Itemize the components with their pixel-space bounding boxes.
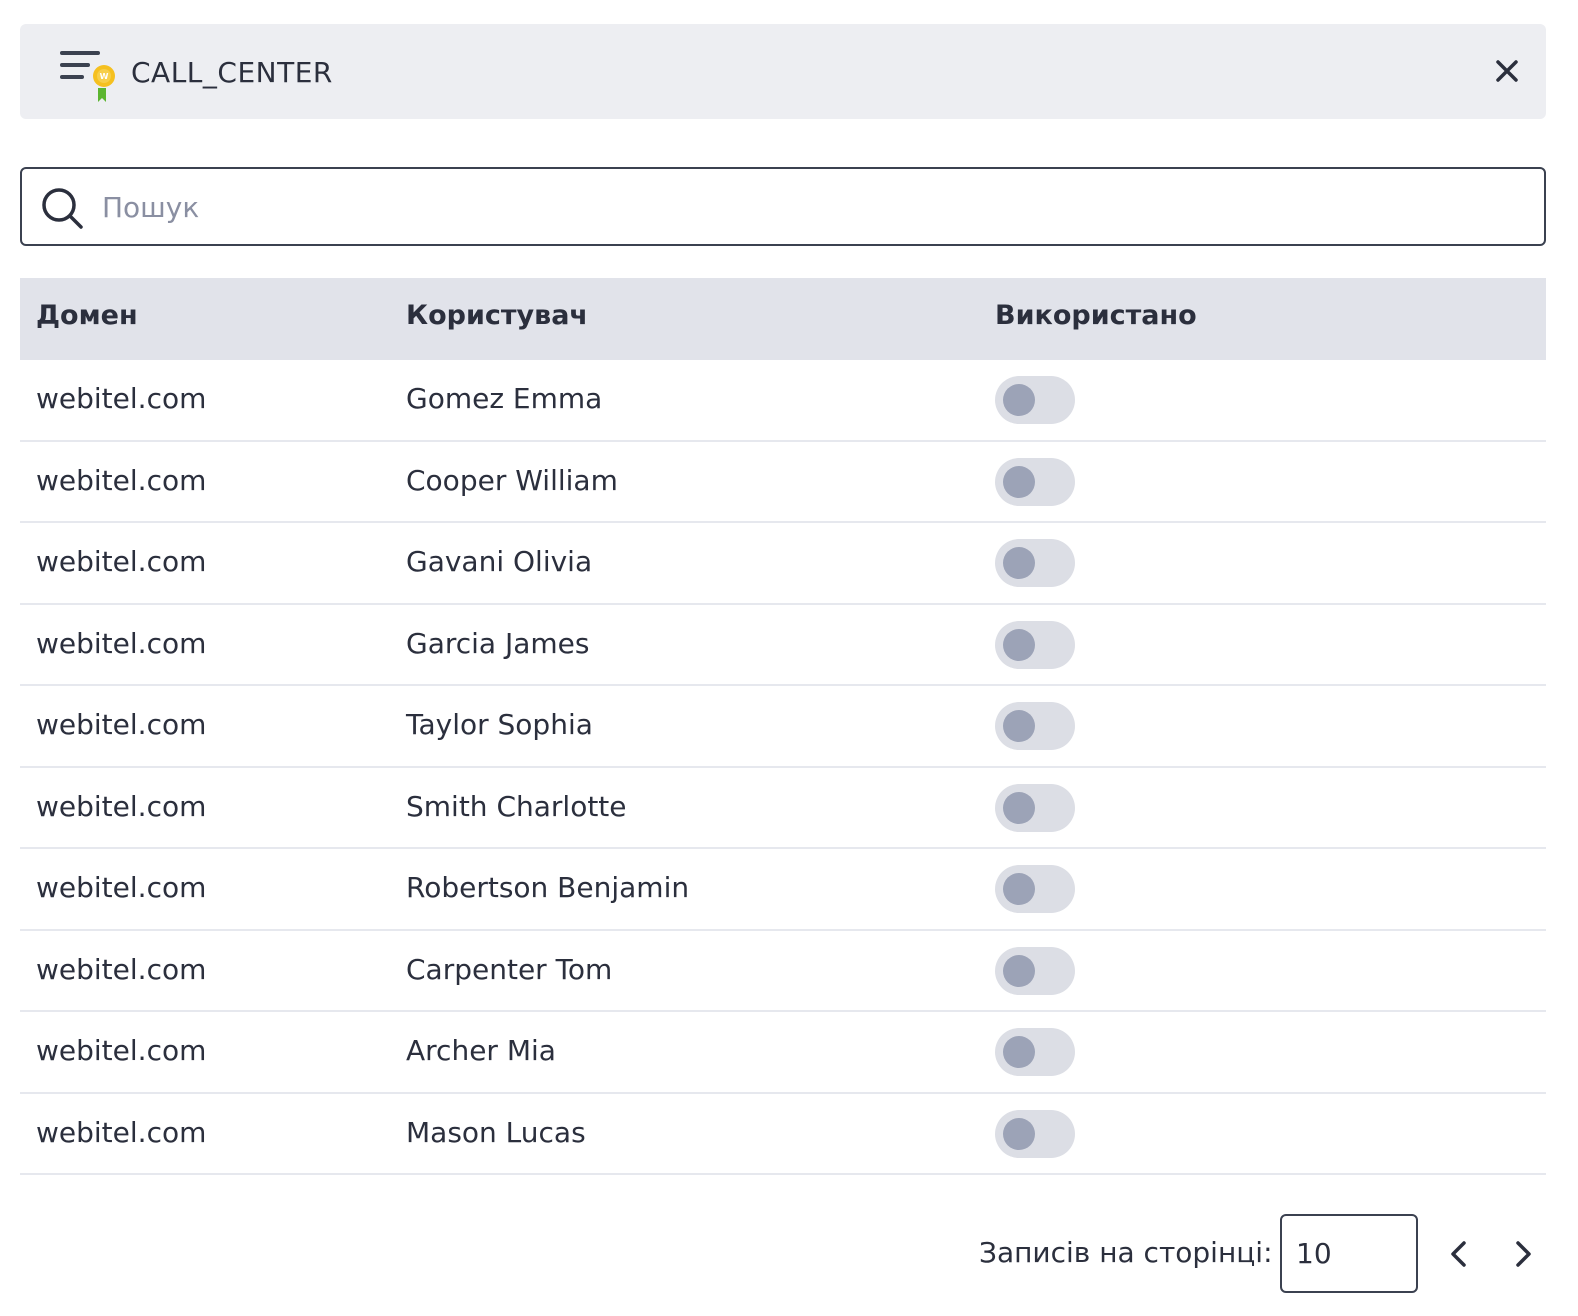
domain-cell: webitel.com	[36, 871, 207, 904]
table-row: webitel.com Archer Mia	[20, 1012, 1546, 1094]
used-toggle[interactable]	[995, 702, 1075, 750]
user-cell: Cooper William	[406, 463, 618, 497]
toggle-knob	[1003, 710, 1035, 742]
domain-cell: webitel.com	[36, 1034, 207, 1067]
used-toggle[interactable]	[995, 539, 1075, 587]
toggle-knob	[1003, 384, 1035, 416]
domain-cell: webitel.com	[36, 382, 207, 415]
table-row: webitel.com Gavani Olivia	[20, 523, 1546, 605]
user-cell: Gomez Emma	[406, 382, 603, 415]
user-cell: Gavani Olivia	[406, 545, 593, 578]
used-toggle[interactable]	[995, 783, 1075, 832]
used-toggle[interactable]	[995, 457, 1075, 506]
toggle-knob	[1003, 547, 1035, 579]
chevron-left-icon[interactable]	[1444, 1238, 1476, 1270]
license-icon: W	[60, 51, 115, 102]
table-row: webitel.com Robertson Benjamin	[20, 849, 1546, 931]
table-row: webitel.com Cooper William	[20, 442, 1546, 523]
domain-cell: webitel.com	[36, 463, 207, 497]
column-header-user: Користувач	[406, 300, 588, 331]
used-toggle[interactable]	[995, 865, 1075, 913]
svg-text:W: W	[100, 72, 109, 81]
used-toggle[interactable]	[995, 620, 1075, 669]
domain-cell: webitel.com	[36, 708, 207, 741]
toggle-knob	[1003, 1036, 1035, 1068]
toggle-knob	[1003, 873, 1035, 905]
used-toggle[interactable]	[995, 946, 1075, 995]
user-cell: Archer Mia	[406, 1034, 556, 1067]
user-cell: Garcia James	[406, 626, 590, 660]
used-toggle[interactable]	[995, 1028, 1075, 1076]
table-row: webitel.com Taylor Sophia	[20, 686, 1546, 768]
used-toggle[interactable]	[995, 1109, 1075, 1158]
domain-cell: webitel.com	[36, 626, 207, 660]
close-icon[interactable]	[1492, 56, 1522, 86]
user-cell: Smith Charlotte	[406, 789, 627, 823]
chevron-right-icon[interactable]	[1506, 1238, 1538, 1270]
search-input[interactable]	[102, 181, 1522, 233]
domain-cell: webitel.com	[36, 789, 207, 823]
user-cell: Carpenter Tom	[406, 952, 613, 986]
page-title: CALL_CENTER	[131, 56, 333, 89]
domain-cell: webitel.com	[36, 952, 207, 986]
license-users-table: Домен Користувач Використано webitel.com…	[20, 278, 1546, 1175]
used-toggle[interactable]	[995, 376, 1075, 424]
user-cell: Taylor Sophia	[406, 708, 593, 741]
toggle-knob	[1003, 954, 1035, 987]
toggle-knob	[1003, 465, 1035, 498]
toggle-knob	[1003, 791, 1035, 824]
user-cell: Mason Lucas	[406, 1115, 586, 1149]
user-cell: Robertson Benjamin	[406, 871, 690, 904]
column-header-domain: Домен	[36, 300, 138, 331]
pagination: Записів на сторінці:	[0, 1214, 1578, 1294]
header-bar: W CALL_CENTER	[20, 24, 1546, 119]
table-row: webitel.com Carpenter Tom	[20, 931, 1546, 1012]
table-row: webitel.com Gomez Emma	[20, 360, 1546, 442]
per-page-input[interactable]	[1280, 1214, 1418, 1293]
table-row: webitel.com Garcia James	[20, 605, 1546, 686]
search-box	[20, 167, 1546, 246]
domain-cell: webitel.com	[36, 545, 207, 578]
table-row: webitel.com Smith Charlotte	[20, 768, 1546, 849]
column-header-used: Використано	[995, 300, 1197, 331]
table-row: webitel.com Mason Lucas	[20, 1094, 1546, 1175]
table-header: Домен Користувач Використано	[20, 278, 1546, 360]
toggle-knob	[1003, 628, 1035, 661]
domain-cell: webitel.com	[36, 1115, 207, 1149]
per-page-label: Записів на сторінці:	[979, 1236, 1273, 1269]
search-icon	[42, 188, 83, 229]
toggle-knob	[1003, 1117, 1035, 1150]
